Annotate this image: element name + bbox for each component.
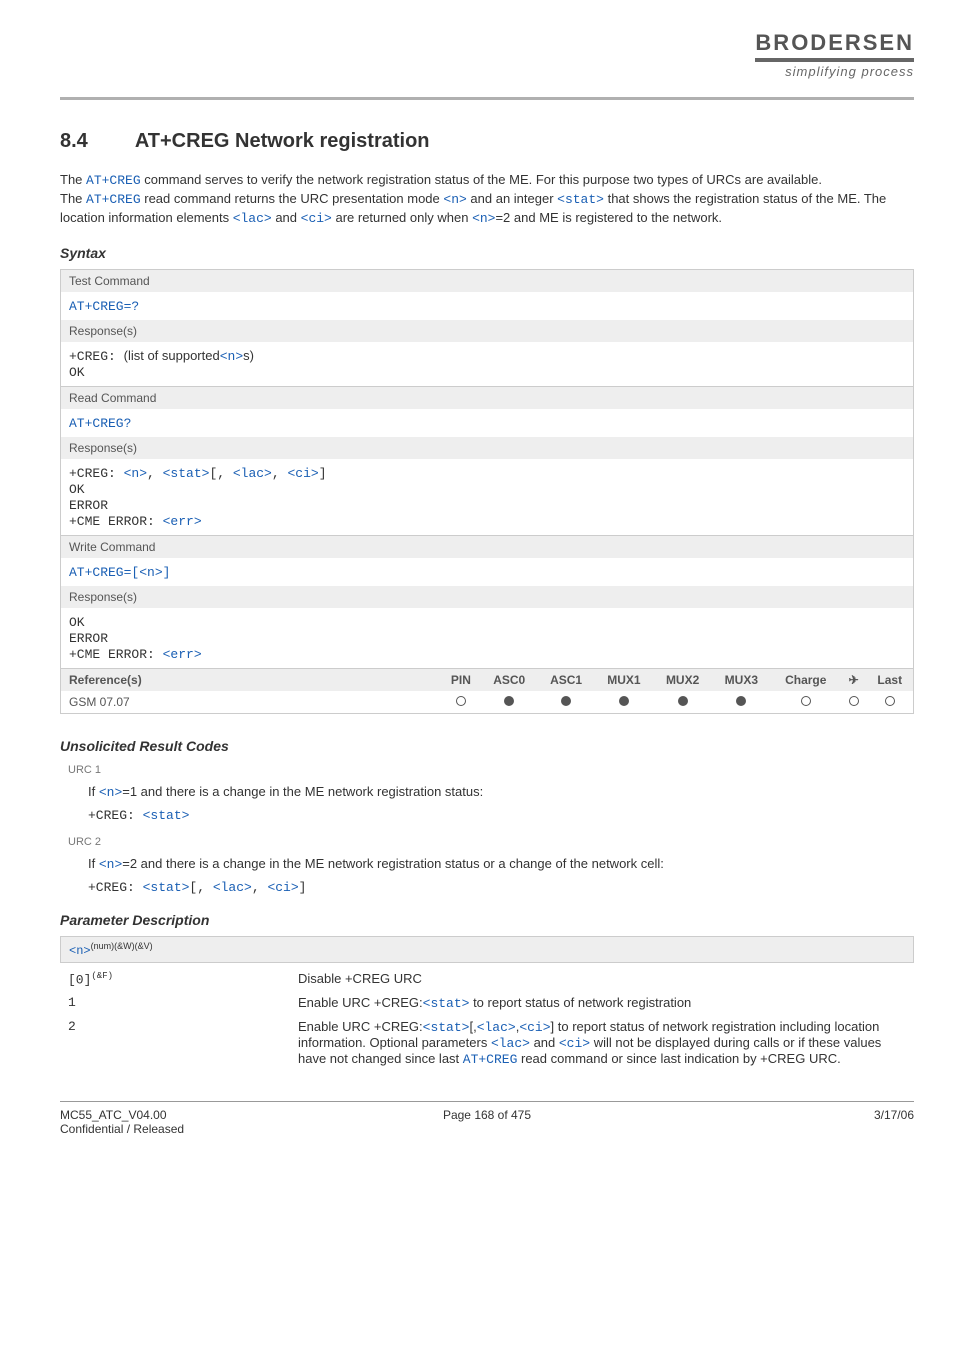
param-n[interactable]: <n> (99, 857, 122, 872)
col-last: Last (866, 669, 913, 691)
test-command-header: Test Command (61, 270, 913, 292)
section-title: AT+CREG Network registration (135, 130, 430, 152)
read-responses-header: Response(s) (61, 437, 913, 459)
param-n[interactable]: <n> (443, 192, 466, 207)
table-row: 2 Enable URC +CREG:<stat>[,<lac>,<ci>] t… (60, 1015, 914, 1071)
section-number: 8.4 (60, 130, 130, 153)
asc1-indicator (538, 691, 595, 713)
at-creg-link[interactable]: AT+CREG (86, 173, 141, 188)
param-lac[interactable]: <lac> (213, 880, 252, 895)
param-ci[interactable]: <ci> (267, 880, 298, 895)
param-n[interactable]: <n> (472, 211, 495, 226)
test-command-cmd: AT+CREG=? (69, 299, 139, 314)
charge-indicator (771, 691, 841, 713)
param-lac[interactable]: <lac> (491, 1036, 530, 1051)
col-pin: PIN (441, 669, 481, 691)
asc0-indicator (481, 691, 538, 713)
urc1-label: URC 1 (68, 764, 914, 776)
param-err[interactable]: <err> (163, 514, 202, 529)
col-asc1: ASC1 (538, 669, 595, 691)
param-n[interactable]: <n> (124, 466, 147, 481)
page-footer: MC55_ATC_V04.00 Confidential / Released … (60, 1101, 914, 1136)
write-responses-header: Response(s) (61, 586, 913, 608)
at-creg-link[interactable]: AT+CREG (463, 1052, 518, 1067)
param-n[interactable]: <n> (220, 349, 243, 364)
param-ci[interactable]: <ci> (287, 466, 318, 481)
pin-indicator (441, 691, 481, 713)
urc2-body: If <n>=2 and there is a change in the ME… (88, 854, 914, 898)
test-responses-header: Response(s) (61, 320, 913, 342)
table-row: 1 Enable URC +CREG:<stat> to report stat… (60, 991, 914, 1015)
col-mux3: MUX3 (712, 669, 771, 691)
param-lac[interactable]: <lac> (233, 466, 272, 481)
brand-tagline: simplifying process (755, 64, 914, 79)
col-asc0: ASC0 (481, 669, 538, 691)
col-charge: Charge (771, 669, 841, 691)
col-airplane-icon: ✈ (841, 669, 867, 691)
read-command-block: Read Command AT+CREG? Response(s) +CREG:… (60, 387, 914, 536)
airplane-indicator (841, 691, 867, 713)
mux1-indicator (595, 691, 654, 713)
write-command-block: Write Command AT+CREG=[<n>] Response(s) … (60, 536, 914, 669)
urc2-label: URC 2 (68, 836, 914, 848)
test-command-block: Test Command AT+CREG=? Response(s) +CREG… (60, 269, 914, 387)
read-command-cmd: AT+CREG? (69, 416, 131, 431)
params-table: [0](&F) Disable +CREG URC 1 Enable URC +… (60, 967, 914, 1071)
param-lac[interactable]: <lac> (477, 1020, 516, 1035)
section-heading: 8.4 AT+CREG Network registration (60, 130, 914, 153)
col-mux2: MUX2 (653, 669, 712, 691)
param-stat[interactable]: <stat> (143, 880, 190, 895)
param-err[interactable]: <err> (163, 647, 202, 662)
reference-value: GSM 07.07 (61, 691, 441, 713)
syntax-heading: Syntax (60, 245, 914, 261)
references-block: Reference(s) PIN ASC0 ASC1 MUX1 MUX2 MUX… (60, 669, 914, 714)
urc1-body: If <n>=1 and there is a change in the ME… (88, 782, 914, 826)
param-stat[interactable]: <stat> (423, 1020, 470, 1035)
param-lac[interactable]: <lac> (233, 211, 272, 226)
brand-logo: BRODERSEN (755, 30, 914, 56)
last-indicator (866, 691, 913, 713)
param-ci[interactable]: <ci> (559, 1036, 590, 1051)
at-creg-link[interactable]: AT+CREG (86, 192, 141, 207)
col-mux1: MUX1 (595, 669, 654, 691)
table-row: [0](&F) Disable +CREG URC (60, 967, 914, 991)
param-ci[interactable]: <ci> (519, 1020, 550, 1035)
param-n-header: <n>(num)(&W)(&V) (60, 936, 914, 963)
param-stat[interactable]: <stat> (163, 466, 210, 481)
references-header: Reference(s) (61, 669, 441, 691)
param-stat[interactable]: <stat> (423, 996, 470, 1011)
write-command-header: Write Command (61, 536, 913, 558)
param-n[interactable]: <n> (139, 565, 162, 580)
param-ci[interactable]: <ci> (301, 211, 332, 226)
footer-date: 3/17/06 (632, 1108, 914, 1136)
footer-confidential: Confidential / Released (60, 1122, 342, 1136)
footer-page: Page 168 of 475 (346, 1108, 628, 1136)
intro-text: The AT+CREG command serves to verify the… (60, 171, 914, 229)
footer-doc-id: MC55_ATC_V04.00 (60, 1108, 342, 1122)
mux2-indicator (653, 691, 712, 713)
param-n[interactable]: <n> (99, 785, 122, 800)
params-heading: Parameter Description (60, 912, 914, 928)
page-header: BRODERSEN simplifying process (60, 40, 914, 100)
param-stat[interactable]: <stat> (143, 808, 190, 823)
urc-heading: Unsolicited Result Codes (60, 738, 914, 754)
read-command-header: Read Command (61, 387, 913, 409)
param-stat[interactable]: <stat> (557, 192, 604, 207)
mux3-indicator (712, 691, 771, 713)
